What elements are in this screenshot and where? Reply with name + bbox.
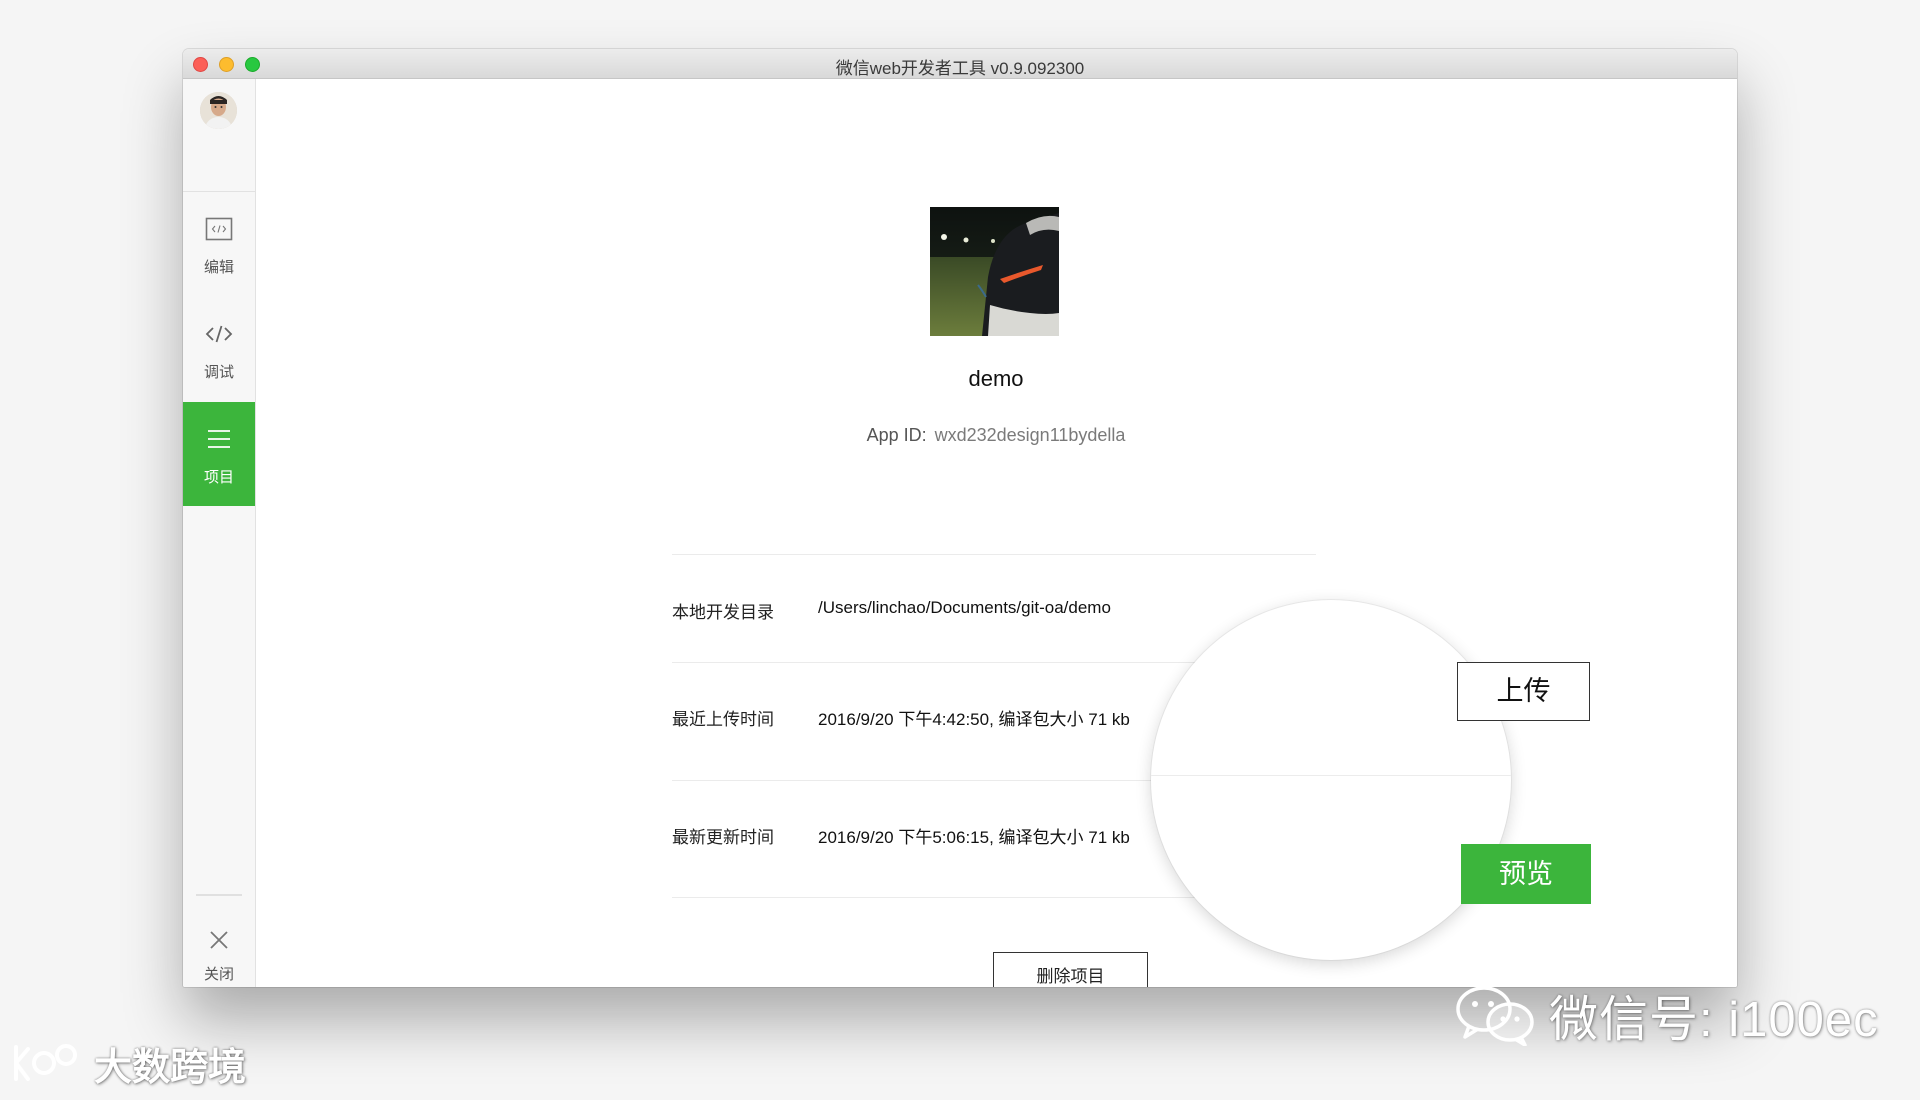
sidebar-item-label: 编辑: [203, 259, 234, 276]
app-window: 微信web开发者工具 v0.9.092300 编辑 调试 项目 关闭 demo …: [183, 49, 1737, 987]
divider: [672, 662, 1212, 663]
code-brackets-icon: [204, 319, 234, 349]
divider: [672, 554, 1316, 555]
last-update-label: 最新更新时间: [672, 828, 774, 847]
window-title: 微信web开发者工具 v0.9.092300: [835, 59, 1085, 78]
brand-watermark: 大数跨境: [10, 1038, 247, 1089]
preview-button[interactable]: 预览: [1461, 844, 1591, 904]
wechat-id-text: 微信号: i100ec: [1549, 992, 1879, 1047]
user-avatar[interactable]: [200, 92, 237, 129]
local-dir-label: 本地开发目录: [672, 603, 774, 622]
sidebar-item-label: 关闭: [203, 966, 234, 983]
project-thumbnail: [930, 207, 1059, 336]
screen: 微信web开发者工具 v0.9.092300 编辑 调试 项目 关闭 demo …: [0, 0, 1920, 1100]
divider: [672, 897, 1212, 898]
app-id-label: App ID:: [866, 425, 927, 445]
sidebar-divider: [196, 894, 242, 896]
last-upload-label: 最近上传时间: [672, 710, 774, 729]
brand-text: 大数跨境: [94, 1046, 247, 1089]
sidebar-item-project[interactable]: 项目: [183, 402, 255, 506]
close-icon: [204, 925, 234, 955]
divider: [1151, 775, 1511, 776]
project-name: demo: [968, 366, 1024, 391]
sidebar-item-close[interactable]: 关闭: [183, 909, 255, 987]
last-update-value: 2016/9/20 下午5:06:15, 编译包大小 71 kb: [818, 828, 1130, 847]
last-upload-value: 2016/9/20 下午4:42:50, 编译包大小 71 kb: [818, 710, 1130, 729]
code-file-icon: [204, 214, 234, 244]
brand-logo-icon: [14, 1044, 77, 1081]
title-bar[interactable]: 微信web开发者工具 v0.9.092300: [183, 49, 1737, 79]
avatar-area: [183, 79, 255, 192]
project-panel: demo App ID: wxd232design11bydella 本地开发目录…: [256, 79, 1737, 987]
app-id-row: App ID: wxd232design11bydella: [696, 425, 1296, 446]
sidebar-item-debug[interactable]: 调试: [183, 297, 255, 401]
magnifier-circle: [1151, 600, 1511, 960]
wechat-watermark: 微信号: i100ec: [1455, 985, 1879, 1047]
local-dir-value: /Users/linchao/Documents/git-oa/demo: [818, 598, 1111, 617]
sidebar: 编辑 调试 项目 关闭: [183, 79, 256, 987]
sidebar-item-label: 调试: [203, 364, 234, 381]
sidebar-item-label: 项目: [203, 469, 234, 486]
hamburger-menu-icon: [204, 424, 234, 454]
upload-button[interactable]: 上传: [1457, 662, 1590, 721]
divider: [672, 780, 1212, 781]
delete-project-button[interactable]: 删除项目: [993, 952, 1148, 987]
sidebar-item-edit[interactable]: 编辑: [183, 192, 255, 296]
wechat-logo-icon: [1456, 986, 1534, 1046]
app-id-value: wxd232design11bydella: [934, 425, 1126, 445]
